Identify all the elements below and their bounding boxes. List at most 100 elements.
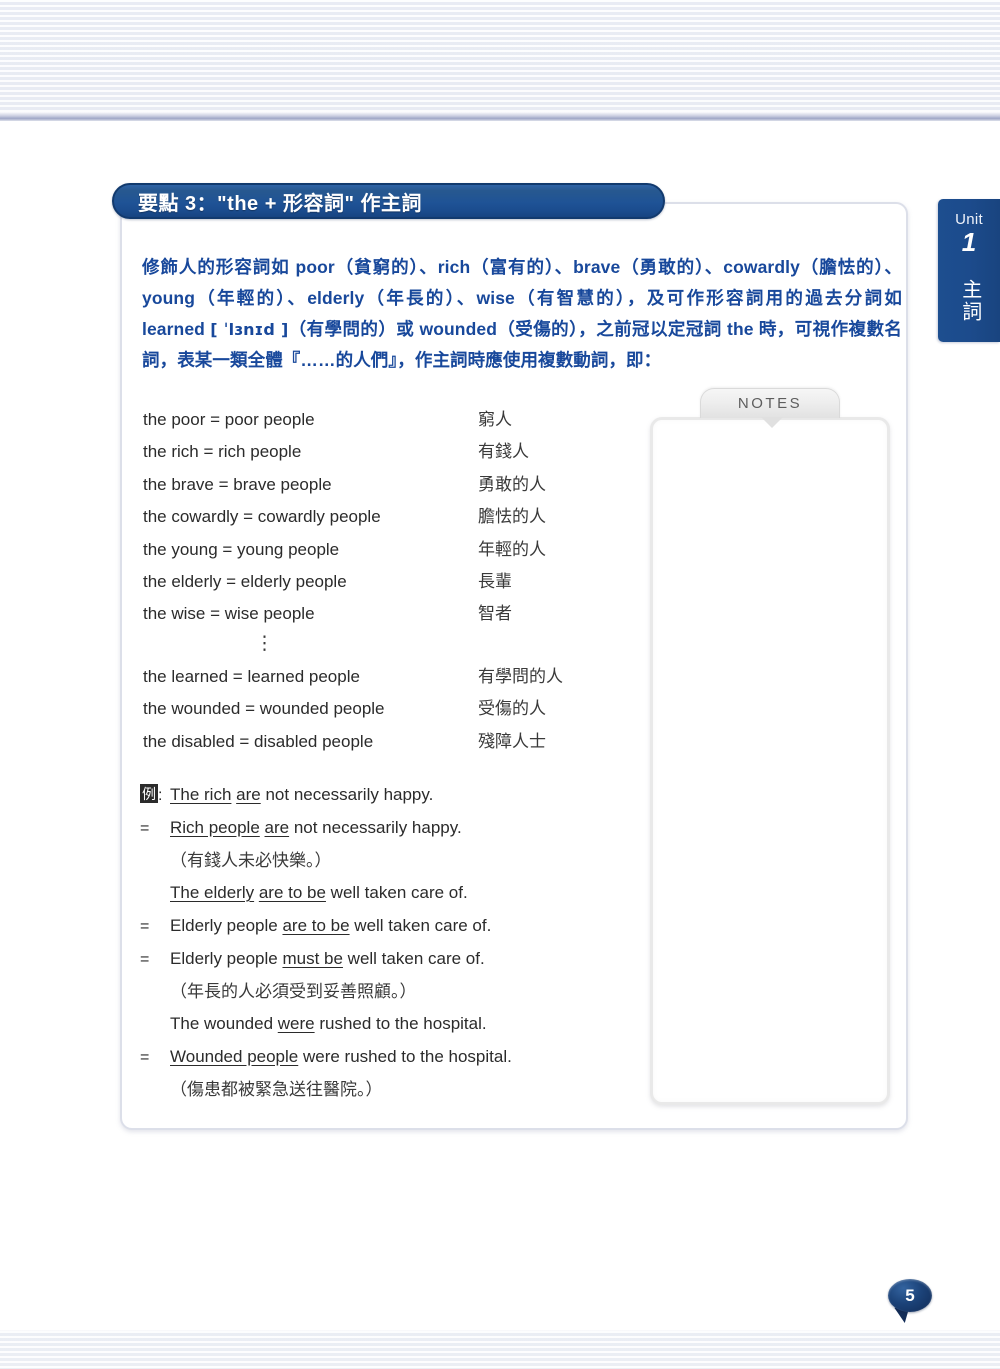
underlined-subject: The rich — [170, 785, 232, 804]
underlined-verb: are to be — [258, 883, 326, 902]
notes-notch-icon — [761, 417, 783, 428]
example-text: Elderly people are to be well taken care… — [170, 910, 640, 942]
example-line: 例: The rich are not necessarily happy. — [140, 779, 640, 812]
vocab-english: the disabled = disabled people — [143, 731, 374, 751]
vocab-english: the elderly = elderly people — [143, 572, 347, 592]
gloss-poor: （貧窮的）、 — [334, 257, 438, 277]
word-wise: wise — [476, 288, 515, 308]
gloss-elderly: （年長的）、 — [364, 288, 477, 308]
intro-seg-2: 及可作形容詞用的過去分詞如 — [646, 288, 902, 308]
translation-line: （傷患都被緊急送往醫院。） — [170, 1080, 383, 1099]
section-heading-title: 要點 3："the + 形容詞" 作主詞 — [138, 192, 422, 215]
vocabulary-equivalence-list: the poor = poor people 窮人 the rich = ric… — [143, 404, 613, 758]
vocab-english: the wounded = wounded people — [143, 699, 385, 719]
example-text: The rich are not necessarily happy. — [170, 779, 640, 811]
word-elderly: elderly — [307, 288, 365, 308]
vocab-group-1: the poor = poor people 窮人 the rich = ric… — [143, 404, 613, 631]
example-text: The wounded were rushed to the hospital. — [170, 1008, 640, 1040]
underlined-verb: were — [277, 1014, 315, 1033]
intro-paragraph: 修飾人的形容詞如 poor（貧窮的）、rich（富有的）、brave（勇敢的）、… — [142, 252, 902, 376]
example-colon: : — [158, 787, 163, 804]
example-subject: Elderly people — [170, 916, 283, 935]
example-line: = The elderly are to be well taken care … — [140, 877, 640, 910]
word-the: the — [727, 319, 754, 339]
vocab-row: the elderly = elderly people 長輩 — [143, 566, 613, 598]
example-subject: The wounded — [170, 1014, 278, 1033]
equals-marker: = — [140, 918, 150, 935]
example-sentences: 例: The rich are not necessarily happy. =… — [140, 779, 640, 1106]
vocab-english: the cowardly = cowardly people — [143, 507, 381, 527]
example-text: The elderly are to be well taken care of… — [170, 877, 640, 909]
vocab-chinese: 智者 — [478, 604, 512, 624]
gloss-wise: （有智慧的）， — [514, 288, 647, 308]
gloss-learned: （有學問的）或 — [288, 319, 420, 339]
vocab-row: the disabled = disabled people 殘障人士 — [143, 726, 613, 758]
vocab-row: the rich = rich people 有錢人 — [143, 436, 613, 468]
underlined-subject: Wounded people — [170, 1047, 299, 1066]
underlined-verb: are — [236, 785, 261, 804]
example-text: Elderly people must be well taken care o… — [170, 943, 640, 975]
top-decorative-band — [0, 0, 1000, 119]
vocab-chinese: 殘障人士 — [478, 731, 546, 751]
translation-line: （有錢人未必快樂。） — [170, 851, 332, 870]
page-number: 5 — [905, 1286, 915, 1305]
equals-marker: = — [140, 1049, 150, 1066]
vocab-chinese: 窮人 — [478, 410, 512, 429]
underlined-subject: Rich people — [170, 818, 260, 837]
example-subject: Elderly people — [170, 949, 283, 968]
gloss-wounded: （受傷的）， — [497, 319, 597, 339]
word-rich: rich — [437, 257, 471, 277]
bottom-decorative-band — [0, 1331, 1000, 1369]
unit-side-tab[interactable]: Unit 1 主詞 — [938, 199, 1000, 342]
unit-number: 1 — [961, 227, 977, 257]
vocab-chinese: 受傷的人 — [478, 699, 546, 719]
word-poor: poor — [295, 257, 335, 277]
intro-seg-1: 修飾人的形容詞如 — [142, 257, 296, 277]
example-rest: well taken care of. — [325, 883, 468, 902]
example-line: = Rich people are not necessarily happy. — [140, 812, 640, 845]
example-line: = Elderly people must be well taken care… — [140, 943, 640, 976]
example-badge: 例 — [140, 784, 158, 803]
vocab-chinese: 長輩 — [478, 572, 512, 592]
ipa-learned: [ ˈlɜnɪd ] — [210, 320, 289, 339]
example-rest: well taken care of. — [349, 916, 492, 935]
example-text: Rich people are not necessarily happy. — [170, 812, 640, 844]
example-line: = The wounded were rushed to the hospita… — [140, 1008, 640, 1041]
underlined-subject: The elderly — [170, 883, 255, 902]
gloss-young: （年輕的）、 — [195, 288, 308, 308]
vocab-chinese: 勇敢的人 — [478, 474, 546, 494]
underlined-verb: are to be — [282, 916, 350, 935]
example-rest: not necessarily happy. — [260, 785, 434, 804]
gloss-cowardly: （膽怯的）、 — [799, 257, 902, 277]
vocab-chinese: 有學問的人 — [478, 666, 563, 686]
example-text: Wounded people were rushed to the hospit… — [170, 1041, 640, 1073]
vocab-english: the rich = rich people — [143, 442, 302, 462]
example-rest: not necessarily happy. — [289, 818, 462, 837]
vocab-row: the wise = wise people 智者 — [143, 598, 613, 630]
vocab-english: the young = young people — [143, 539, 340, 559]
unit-title-cn: 主詞 — [958, 278, 981, 323]
underlined-verb: must be — [282, 949, 343, 968]
intro-seg-3: 之前冠以定冠詞 — [596, 319, 728, 339]
notes-tab: NOTES — [700, 388, 840, 418]
vocab-row: the wounded = wounded people 受傷的人 — [143, 693, 613, 725]
unit-label: Unit — [955, 211, 983, 228]
notes-panel[interactable] — [650, 417, 890, 1105]
word-learned: learned — [142, 319, 205, 339]
example-marker: 例: — [140, 780, 170, 812]
underlined-verb: are — [264, 818, 290, 837]
vocab-row: the learned = learned people 有學問的人 — [143, 661, 613, 693]
example-line: = Elderly people are to be well taken ca… — [140, 910, 640, 943]
notes-tab-label: NOTES — [737, 395, 803, 412]
example-rest: well taken care of. — [342, 949, 485, 968]
example-line: = Wounded people were rushed to the hosp… — [140, 1041, 640, 1074]
word-brave: brave — [573, 257, 621, 277]
vocab-row: the brave = brave people 勇敢的人 — [143, 469, 613, 501]
translation-line: （年長的人必須受到妥善照顧。） — [170, 982, 417, 1001]
vocab-chinese: 膽怯的人 — [478, 507, 546, 527]
vocab-row: the young = young people 年輕的人 — [143, 534, 613, 566]
vocab-row: the poor = poor people 窮人 — [143, 404, 613, 436]
equals-marker: = — [140, 820, 150, 837]
vocab-chinese: 年輕的人 — [478, 539, 546, 559]
vocab-english: the learned = learned people — [143, 666, 360, 686]
